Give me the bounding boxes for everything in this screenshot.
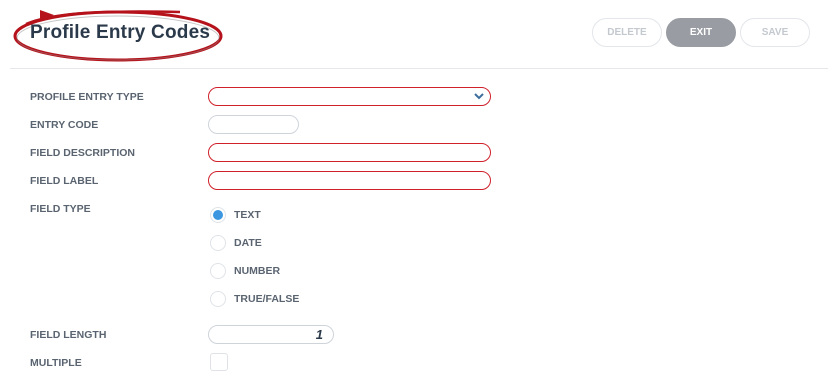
multiple-label: MULTIPLE xyxy=(30,357,82,369)
field-length-label: FIELD LENGTH xyxy=(30,329,107,341)
radio-button[interactable] xyxy=(210,263,226,279)
radio-button[interactable] xyxy=(210,291,226,307)
field-description-field[interactable] xyxy=(208,143,491,162)
field-description-label: FIELD DESCRIPTION xyxy=(30,147,136,159)
entry-code-field[interactable] xyxy=(208,115,299,134)
radio-button-selected[interactable] xyxy=(210,207,226,223)
exit-button[interactable]: EXIT xyxy=(666,18,736,47)
field-label-field[interactable] xyxy=(208,171,491,190)
entry-code-label: ENTRY CODE xyxy=(30,119,99,131)
radio-label: TRUE/FALSE xyxy=(234,293,300,305)
page-title: Profile Entry Codes xyxy=(30,22,211,43)
delete-button[interactable]: DELETE xyxy=(592,18,662,47)
profile-entry-type-select[interactable] xyxy=(208,87,491,106)
field-length-value: 1 xyxy=(315,327,323,342)
radio-label: NUMBER xyxy=(234,265,281,277)
radio-option-text[interactable]: TEXT xyxy=(210,205,261,225)
field-type-label: FIELD TYPE xyxy=(30,203,91,215)
header-divider xyxy=(10,68,828,69)
multiple-checkbox[interactable] xyxy=(210,353,228,371)
radio-label: DATE xyxy=(234,237,262,249)
chevron-down-icon xyxy=(473,89,485,103)
radio-option-number[interactable]: NUMBER xyxy=(210,261,280,281)
radio-option-true-false[interactable]: TRUE/FALSE xyxy=(210,289,299,309)
title-annotation: Profile Entry Codes xyxy=(10,2,225,66)
radio-label: TEXT xyxy=(234,209,261,221)
radio-button[interactable] xyxy=(210,235,226,251)
field-length-input[interactable]: 1 xyxy=(208,325,334,344)
field-label-label: FIELD LABEL xyxy=(30,175,99,187)
save-button[interactable]: SAVE xyxy=(740,18,810,47)
radio-option-date[interactable]: DATE xyxy=(210,233,262,253)
profile-entry-type-label: PROFILE ENTRY TYPE xyxy=(30,91,144,103)
